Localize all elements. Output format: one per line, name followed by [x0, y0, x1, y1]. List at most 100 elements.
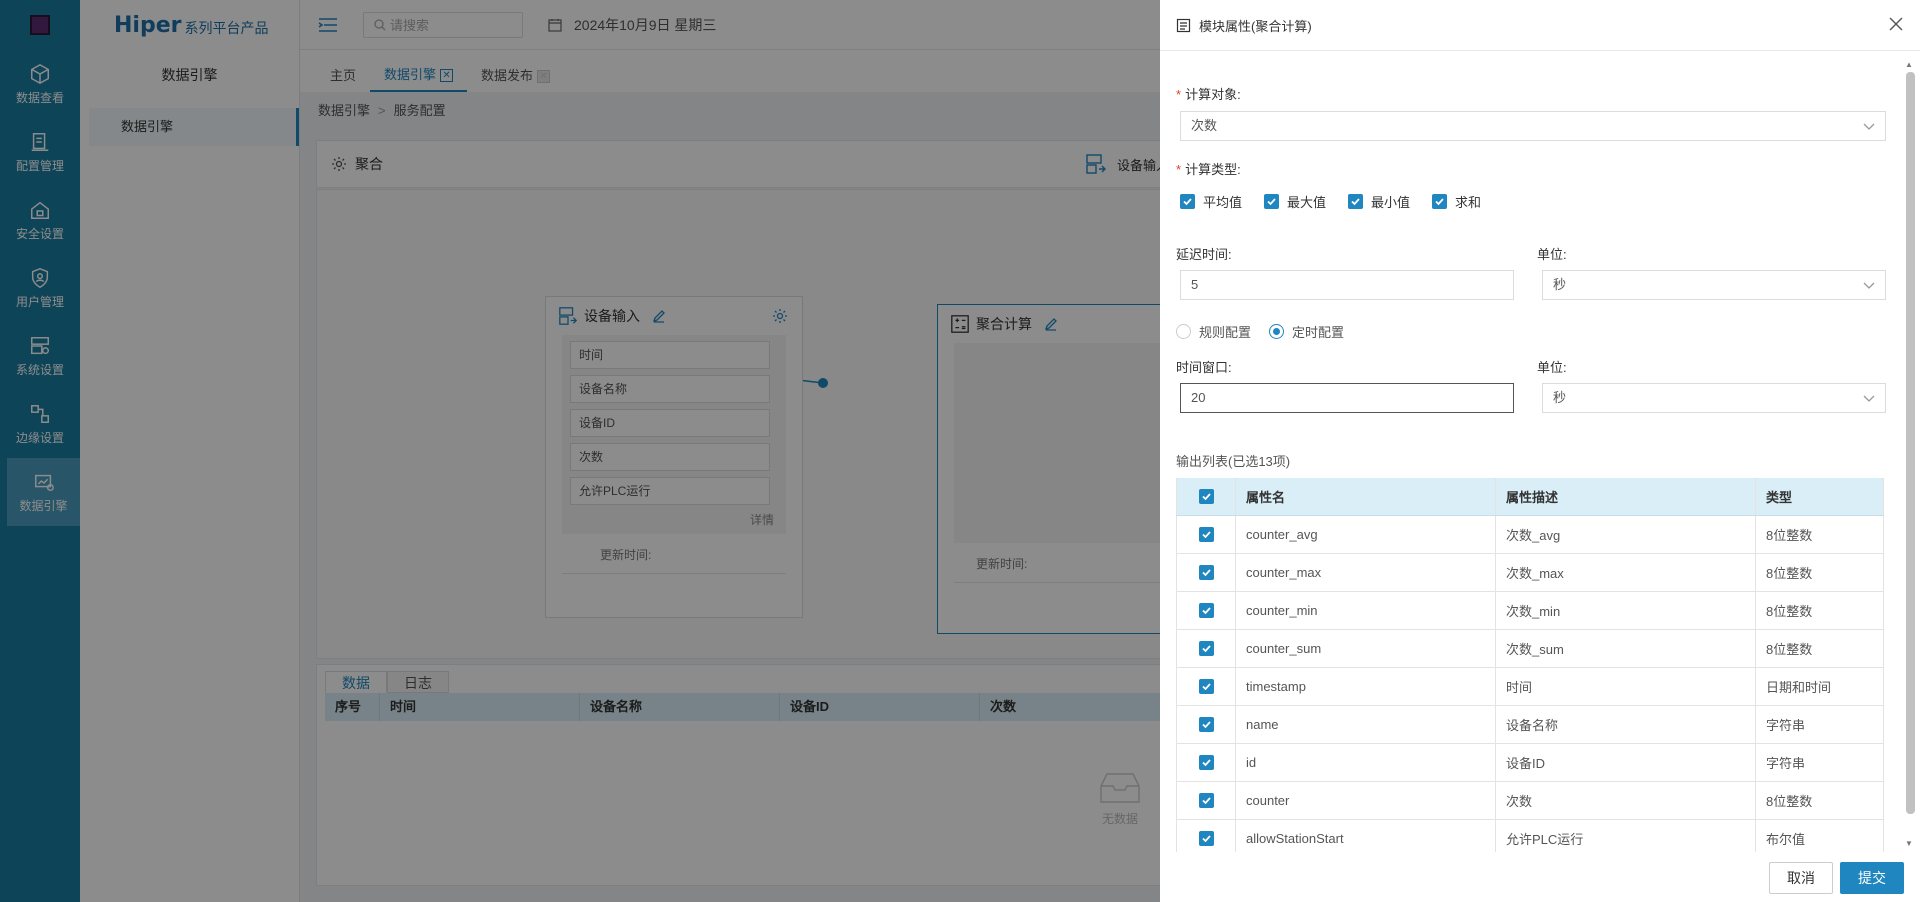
table-header-row: 属性名 属性描述 类型 — [1176, 478, 1884, 516]
scroll-down-arrow[interactable]: ▼ — [1905, 839, 1913, 848]
select-all-cell — [1176, 478, 1236, 515]
column-header: 类型 — [1756, 478, 1884, 515]
output-list-label: 输出列表(已选13项) — [1176, 454, 1291, 469]
checkbox-label: 最大值 — [1287, 195, 1327, 210]
checkbox[interactable] — [1348, 194, 1364, 209]
chevron-down-icon — [1863, 395, 1875, 402]
checkbox[interactable] — [1198, 603, 1214, 618]
calc-type-label: * 计算类型: — [1176, 159, 1241, 178]
attr-name-cell: counter_max — [1236, 554, 1496, 591]
delay-unit-label: 单位: — [1537, 247, 1567, 262]
calc-object-select[interactable]: 次数 — [1180, 111, 1886, 141]
table-row[interactable]: counter_max 次数_max 8位整数 — [1176, 554, 1884, 592]
check-icon — [1183, 198, 1192, 206]
checkbox-label: 最小值 — [1371, 195, 1411, 210]
checkbox-max[interactable]: 最大值 — [1264, 192, 1326, 211]
radio-timer-config[interactable]: 定时配置 — [1269, 322, 1344, 341]
checkbox[interactable] — [1198, 489, 1214, 504]
checkbox-sum[interactable]: 求和 — [1432, 192, 1481, 211]
document-icon — [1176, 18, 1191, 32]
attr-desc-cell: 设备名称 — [1496, 706, 1756, 743]
output-table-body: counter_avg 次数_avg 8位整数 counter_max 次数_max 8位… — [1176, 516, 1884, 858]
label-text: 计算对象: — [1185, 87, 1241, 102]
chevron-down-icon — [1863, 123, 1875, 130]
attr-desc-cell: 次数_avg — [1496, 516, 1756, 553]
check-icon — [1201, 835, 1211, 843]
drawer-scrollbar[interactable]: ▲ ▼ — [1902, 60, 1918, 848]
delay-unit-select[interactable]: 秒 — [1542, 270, 1886, 300]
row-check-cell — [1176, 668, 1236, 705]
check-icon — [1201, 569, 1211, 577]
checkbox-label: 求和 — [1455, 195, 1482, 210]
attr-type-cell: 8位整数 — [1756, 516, 1884, 553]
checkbox[interactable] — [1198, 565, 1214, 580]
checkbox[interactable] — [1198, 679, 1214, 694]
column-header: 属性名 — [1236, 478, 1496, 515]
required-mark: * — [1176, 162, 1182, 177]
window-unit-select[interactable]: 秒 — [1542, 383, 1886, 413]
checkbox[interactable] — [1198, 755, 1214, 770]
checkbox[interactable] — [1180, 194, 1195, 209]
check-icon — [1201, 721, 1211, 729]
delay-time-label: 延迟时间: — [1176, 247, 1232, 262]
chevron-down-icon — [1863, 282, 1875, 289]
attr-desc-cell: 次数_sum — [1496, 630, 1756, 667]
cancel-button[interactable]: 取消 — [1769, 862, 1833, 894]
checkbox[interactable] — [1198, 641, 1214, 656]
table-row[interactable]: counter_sum 次数_sum 8位整数 — [1176, 630, 1884, 668]
check-icon — [1201, 493, 1211, 501]
table-row[interactable]: timestamp 时间 日期和时间 — [1176, 668, 1884, 706]
attr-name-cell: counter_min — [1236, 592, 1496, 629]
radio-rule-config[interactable]: 规则配置 — [1176, 322, 1251, 341]
table-row[interactable]: name 设备名称 字符串 — [1176, 706, 1884, 744]
delay-time-input[interactable]: 5 — [1180, 270, 1514, 300]
checkbox[interactable] — [1198, 527, 1214, 542]
config-mode-radios: 规则配置 定时配置 — [1176, 322, 1362, 341]
select-value: 秒 — [1553, 277, 1567, 292]
close-icon[interactable] — [1888, 16, 1904, 32]
required-mark: * — [1176, 87, 1182, 102]
row-check-cell — [1176, 516, 1236, 553]
check-icon — [1201, 759, 1211, 767]
checkbox-avg[interactable]: 平均值 — [1180, 192, 1242, 211]
table-row[interactable]: counter 次数 8位整数 — [1176, 782, 1884, 820]
radio[interactable] — [1176, 324, 1191, 339]
row-check-cell — [1176, 706, 1236, 743]
attr-name-cell: timestamp — [1236, 668, 1496, 705]
row-check-cell — [1176, 782, 1236, 819]
drawer-footer: 取消 提交 — [1160, 852, 1920, 902]
table-row[interactable]: counter_min 次数_min 8位整数 — [1176, 592, 1884, 630]
module-properties-drawer: 模块属性(聚合计算) * 计算对象: 次数 * 计算类型: 平均值 最大值 最小值 … — [1160, 0, 1920, 902]
checkbox[interactable] — [1198, 793, 1214, 808]
attr-type-cell: 字符串 — [1756, 744, 1884, 781]
checkbox[interactable] — [1432, 194, 1448, 209]
label-text: 计算类型: — [1185, 162, 1241, 177]
checkbox-label: 平均值 — [1203, 195, 1243, 210]
checkbox[interactable] — [1264, 194, 1280, 209]
checkbox[interactable] — [1198, 831, 1214, 846]
time-window-input[interactable]: 20 — [1180, 383, 1514, 413]
table-row[interactable]: id 设备ID 字符串 — [1176, 744, 1884, 782]
scroll-up-arrow[interactable]: ▲ — [1905, 60, 1913, 69]
check-icon — [1351, 198, 1360, 206]
submit-button[interactable]: 提交 — [1840, 862, 1904, 894]
checkbox[interactable] — [1198, 717, 1214, 732]
attr-type-cell: 8位整数 — [1756, 592, 1884, 629]
attr-name-cell: counter_sum — [1236, 630, 1496, 667]
attr-name-cell: counter_avg — [1236, 516, 1496, 553]
modal-overlay[interactable] — [0, 0, 1160, 902]
drawer-title: 模块属性(聚合计算) — [1199, 18, 1312, 34]
row-check-cell — [1176, 630, 1236, 667]
attr-desc-cell: 次数 — [1496, 782, 1756, 819]
scroll-thumb[interactable] — [1906, 72, 1915, 814]
radio[interactable] — [1269, 324, 1285, 339]
table-row[interactable]: counter_avg 次数_avg 8位整数 — [1176, 516, 1884, 554]
checkbox-min[interactable]: 最小值 — [1348, 192, 1410, 211]
attr-name-cell: counter — [1236, 782, 1496, 819]
row-check-cell — [1176, 744, 1236, 781]
attr-type-cell: 日期和时间 — [1756, 668, 1884, 705]
select-value: 次数 — [1191, 118, 1218, 133]
check-icon — [1201, 607, 1211, 615]
attr-type-cell: 字符串 — [1756, 706, 1884, 743]
radio-label: 定时配置 — [1292, 325, 1345, 340]
